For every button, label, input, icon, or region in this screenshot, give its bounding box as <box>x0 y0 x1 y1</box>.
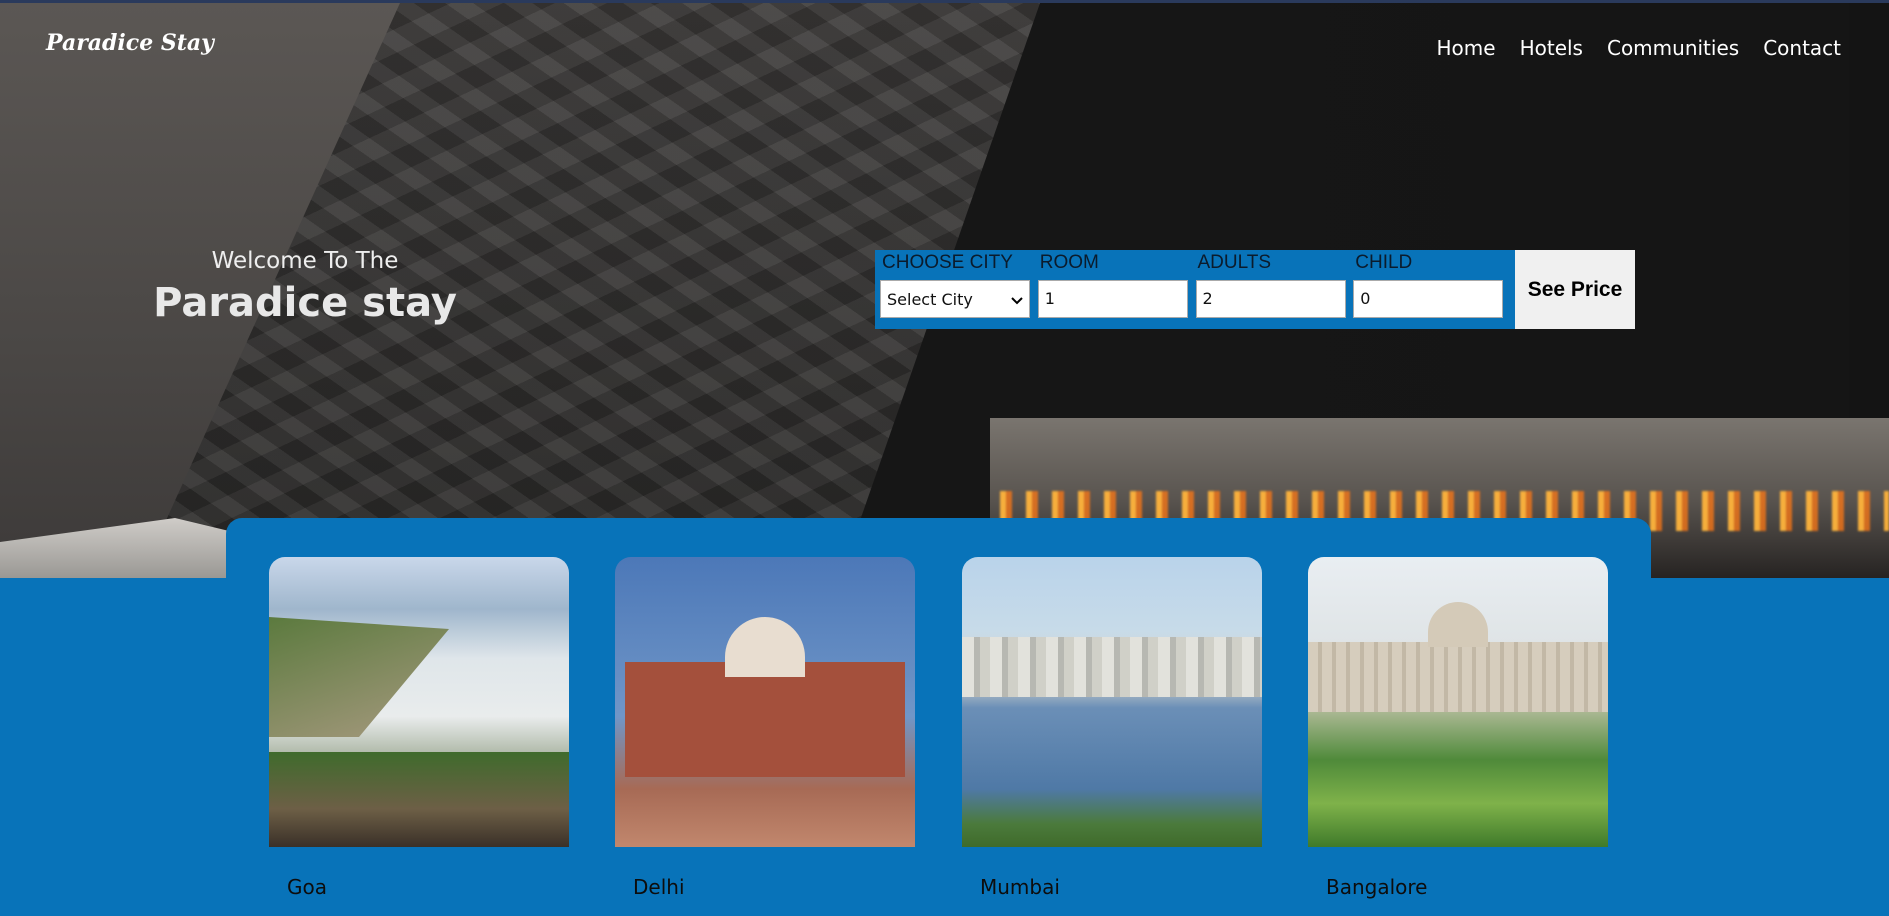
city-select[interactable]: Select City <box>880 280 1030 318</box>
child-input[interactable]: 0 <box>1353 280 1504 318</box>
child-field: CHILD 0 <box>1353 250 1511 329</box>
adults-field: ADULTS 2 <box>1195 250 1354 329</box>
search-form: CHOOSE CITY Select City ROOM 1 ADULTS 2 … <box>875 250 1515 329</box>
child-label: CHILD <box>1355 252 1413 273</box>
chevron-down-icon <box>1011 290 1023 309</box>
main-nav: Home Hotels Communities Contact <box>1437 36 1841 60</box>
room-field: ROOM 1 <box>1037 250 1196 329</box>
city-card-delhi[interactable]: Delhi <box>615 557 915 899</box>
city-name: Goa <box>287 875 327 899</box>
city-name: Delhi <box>633 875 685 899</box>
nav-communities[interactable]: Communities <box>1607 36 1739 60</box>
adults-label: ADULTS <box>1197 252 1272 273</box>
welcome-heading: Welcome To The Paradice stay <box>150 248 460 326</box>
mumbai-image <box>962 557 1262 847</box>
nav-hotels[interactable]: Hotels <box>1520 36 1583 60</box>
city-name: Mumbai <box>980 875 1060 899</box>
city-field: CHOOSE CITY Select City <box>880 250 1038 329</box>
nav-contact[interactable]: Contact <box>1763 36 1841 60</box>
site-title: Paradice stay <box>153 280 457 326</box>
city-card-mumbai[interactable]: Mumbai <box>962 557 1262 899</box>
goa-image <box>269 557 569 847</box>
brand-logo[interactable]: Paradice Stay <box>46 30 214 56</box>
see-price-button[interactable]: See Price <box>1515 250 1635 329</box>
city-card-goa[interactable]: Goa <box>269 557 569 899</box>
delhi-image <box>615 557 915 847</box>
city-name: Bangalore <box>1326 875 1428 899</box>
nav-home[interactable]: Home <box>1437 36 1496 60</box>
city-card-bangalore[interactable]: Bangalore <box>1308 557 1608 899</box>
room-label: ROOM <box>1039 252 1099 273</box>
welcome-line: Welcome To The <box>211 248 399 274</box>
city-select-value: Select City <box>887 289 973 309</box>
bangalore-image <box>1308 557 1608 847</box>
adults-input[interactable]: 2 <box>1195 280 1346 318</box>
city-label: CHOOSE CITY <box>882 252 1013 273</box>
room-input[interactable]: 1 <box>1037 280 1188 318</box>
